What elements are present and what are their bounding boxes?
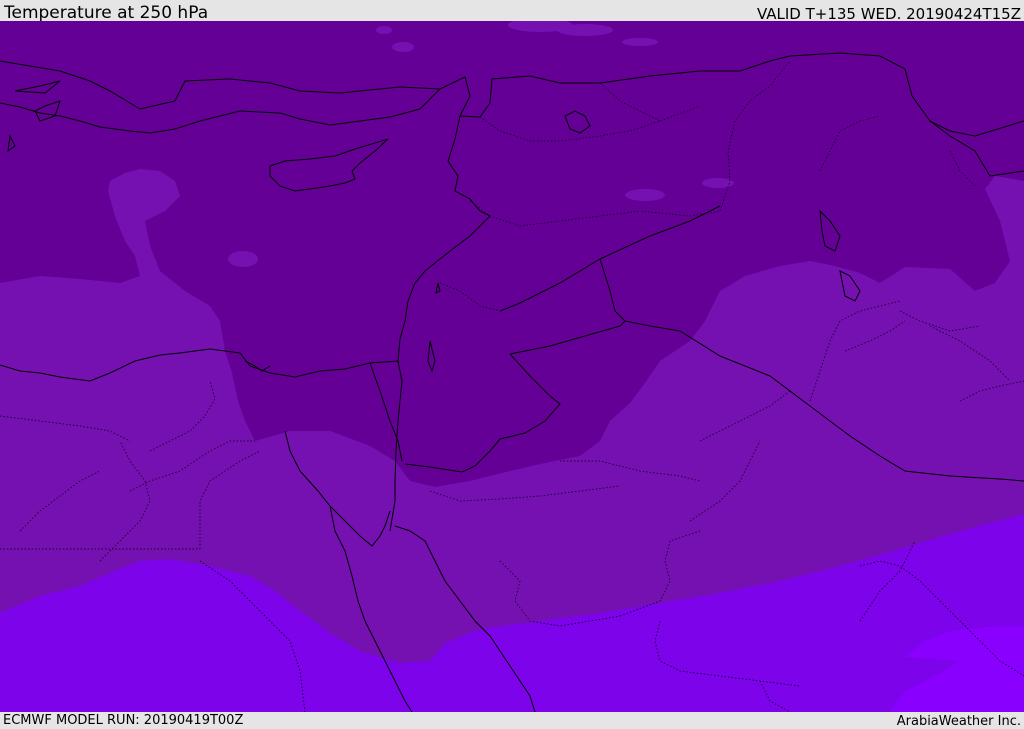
warm-blob bbox=[228, 251, 258, 267]
credit-label: ArabiaWeather Inc. bbox=[896, 714, 1021, 729]
warm-blob bbox=[622, 38, 658, 46]
warm-blob bbox=[557, 24, 613, 36]
warm-blob bbox=[392, 42, 414, 52]
model-run-label: ECMWF MODEL RUN: 20190419T00Z bbox=[3, 713, 244, 728]
warm-blob bbox=[625, 189, 665, 201]
footer-bar: ECMWF MODEL RUN: 20190419T00Z ArabiaWeat… bbox=[0, 712, 1024, 729]
map-frame: Temperature at 250 hPa VALID T+135 WED. … bbox=[0, 0, 1024, 729]
map-area[interactable] bbox=[0, 21, 1024, 712]
warm-blob bbox=[376, 26, 392, 34]
header-bar: Temperature at 250 hPa VALID T+135 WED. … bbox=[0, 0, 1024, 23]
map-canvas bbox=[0, 21, 1024, 712]
